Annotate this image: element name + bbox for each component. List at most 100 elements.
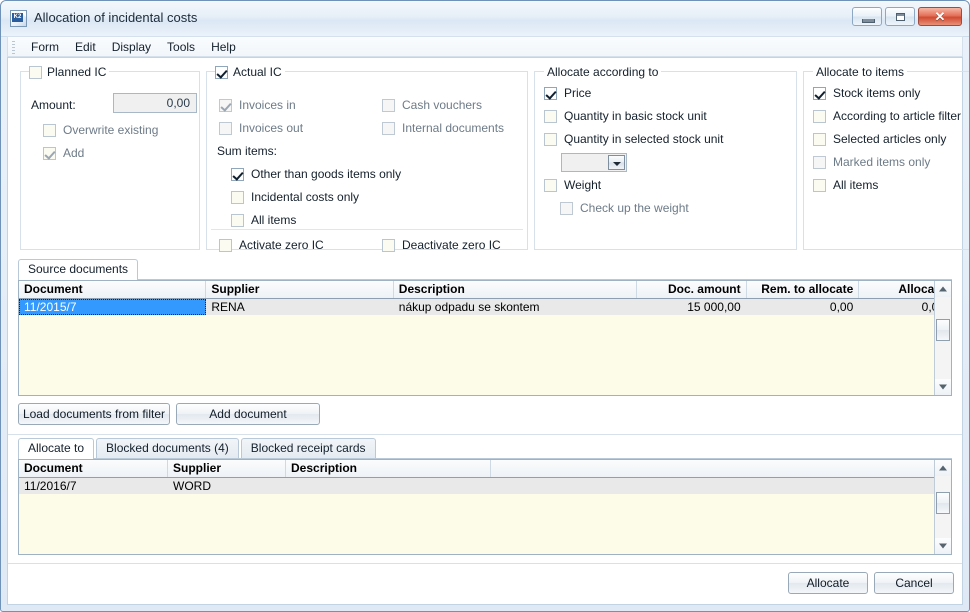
section-separator xyxy=(8,434,962,435)
checkbox-label: Incidental costs only xyxy=(251,190,360,204)
footer-separator xyxy=(8,563,962,564)
checkbox-actual-ic[interactable] xyxy=(215,65,228,79)
cell-doc-amount[interactable]: 15 000,00 xyxy=(637,299,747,315)
application-window: K2 Allocation of incidental costs ✕ Form… xyxy=(0,0,970,612)
source-documents-grid[interactable]: Document Supplier Description Doc. amoun… xyxy=(18,280,952,396)
group-planned-ic-title: Planned IC xyxy=(47,65,107,79)
maximize-button[interactable] xyxy=(885,7,915,26)
scroll-up-icon[interactable] xyxy=(935,460,951,476)
checkbox-check-up-the-weight[interactable]: Check up the weight xyxy=(560,201,689,215)
cell-supplier[interactable]: WORD xyxy=(168,478,286,494)
checkbox-label: Selected articles only xyxy=(833,132,947,146)
chevron-down-icon[interactable] xyxy=(608,155,625,170)
add-document-button[interactable]: Add document xyxy=(176,403,320,425)
cell-supplier[interactable]: RENA xyxy=(206,299,393,315)
table-row[interactable]: 11/2015/7 RENA nákup odpadu se skontem 1… xyxy=(19,299,951,315)
menu-item-help[interactable]: Help xyxy=(203,38,244,56)
column-header-supplier[interactable]: Supplier xyxy=(206,281,394,298)
scroll-down-icon[interactable] xyxy=(935,538,951,554)
checkbox-label: Deactivate zero IC xyxy=(402,238,501,252)
checkbox-incidental-costs-only[interactable]: Incidental costs only xyxy=(231,190,359,204)
scrollbar-thumb[interactable] xyxy=(936,319,950,341)
allocate-grid-scrollbar[interactable] xyxy=(934,460,951,554)
checkbox-box xyxy=(219,121,232,135)
checkbox-label: Add xyxy=(63,146,85,160)
checkbox-internal-documents[interactable]: Internal documents xyxy=(382,121,504,135)
cancel-button[interactable]: Cancel xyxy=(874,572,954,594)
load-documents-from-filter-button[interactable]: Load documents from filter xyxy=(18,403,170,425)
checkbox-label: Overwrite existing xyxy=(63,123,159,137)
cell-description[interactable]: nákup odpadu se skontem xyxy=(394,299,637,315)
column-header-document[interactable]: Document xyxy=(19,460,168,477)
menu-item-display[interactable]: Display xyxy=(104,38,159,56)
checkbox-other-than-goods-items-only[interactable]: Other than goods items only xyxy=(231,167,401,181)
close-icon: ✕ xyxy=(934,9,946,24)
allocate-button[interactable]: Allocate xyxy=(788,572,868,594)
checkbox-stock-items-only[interactable]: Stock items only xyxy=(813,86,920,100)
column-header-doc-amount[interactable]: Doc. amount xyxy=(637,281,747,298)
checkbox-add[interactable]: Add xyxy=(43,146,84,160)
group-allocate-according-to: Allocate according to Price Quantity in … xyxy=(534,65,797,250)
allocate-grid-header: Document Supplier Description xyxy=(19,460,951,478)
stock-unit-combo[interactable] xyxy=(561,153,627,172)
menu-item-edit[interactable]: Edit xyxy=(67,38,104,56)
actual-ic-separator xyxy=(211,229,523,230)
checkbox-invoices-out[interactable]: Invoices out xyxy=(219,121,303,135)
cell-document[interactable]: 11/2015/7 xyxy=(19,299,207,315)
checkbox-label: Quantity in selected stock unit xyxy=(564,132,724,146)
allocate-grid-rows: 11/2016/7 WORD xyxy=(19,478,951,554)
close-button[interactable]: ✕ xyxy=(918,7,962,26)
tab-blocked-receipt-cards[interactable]: Blocked receipt cards xyxy=(240,438,376,459)
checkbox-planned-ic[interactable] xyxy=(29,65,42,79)
group-actual-ic-title: Actual IC xyxy=(233,65,282,79)
options-area: Planned IC Amount: 0,00 Overwrite existi… xyxy=(8,58,969,252)
checkbox-box xyxy=(544,109,557,123)
column-header-filler xyxy=(491,460,951,477)
menu-bar: Form Edit Display Tools Help xyxy=(7,36,963,57)
cell-document[interactable]: 11/2016/7 xyxy=(19,478,168,494)
checkbox-selected-articles-only[interactable]: Selected articles only xyxy=(813,132,946,146)
column-header-rem-to-allocate[interactable]: Rem. to allocate xyxy=(747,281,860,298)
allocate-to-grid[interactable]: Document Supplier Description 11/2016/7 … xyxy=(18,459,952,555)
checkbox-invoices-in[interactable]: Invoices in xyxy=(219,98,296,112)
source-grid-header: Document Supplier Description Doc. amoun… xyxy=(19,281,951,299)
source-grid-scrollbar[interactable] xyxy=(934,281,951,395)
scrollbar-thumb[interactable] xyxy=(936,492,950,514)
minimize-icon xyxy=(862,19,875,23)
checkbox-label: Other than goods items only xyxy=(251,167,402,181)
table-row[interactable]: 11/2016/7 WORD xyxy=(19,478,951,494)
column-header-document[interactable]: Document xyxy=(19,281,207,298)
checkbox-marked-items-only[interactable]: Marked items only xyxy=(813,155,930,169)
checkbox-price[interactable]: Price xyxy=(544,86,591,100)
checkbox-label: According to article filter xyxy=(833,109,962,123)
tab-blocked-documents[interactable]: Blocked documents (4) xyxy=(96,438,239,459)
checkbox-label: Marked items only xyxy=(833,155,931,169)
scroll-up-icon[interactable] xyxy=(935,281,951,297)
column-header-supplier[interactable]: Supplier xyxy=(168,460,286,477)
checkbox-activate-zero-ic[interactable]: Activate zero IC xyxy=(219,238,324,252)
checkbox-deactivate-zero-ic[interactable]: Deactivate zero IC xyxy=(382,238,501,252)
checkbox-weight[interactable]: Weight xyxy=(544,178,601,192)
checkbox-quantity-basic-stock-unit[interactable]: Quantity in basic stock unit xyxy=(544,109,707,123)
sum-items-label: Sum items: xyxy=(217,144,278,158)
checkbox-according-to-article-filter[interactable]: According to article filter xyxy=(813,109,961,123)
cell-description[interactable] xyxy=(286,478,491,494)
tab-allocate-to[interactable]: Allocate to xyxy=(18,438,95,459)
checkbox-cash-vouchers[interactable]: Cash vouchers xyxy=(382,98,482,112)
column-header-description[interactable]: Description xyxy=(286,460,491,477)
checkbox-overwrite-existing[interactable]: Overwrite existing xyxy=(43,123,158,137)
menu-item-tools[interactable]: Tools xyxy=(159,38,203,56)
cell-rem-to-allocate[interactable]: 0,00 xyxy=(747,299,860,315)
minimize-button[interactable] xyxy=(852,7,882,26)
checkbox-box xyxy=(544,132,557,146)
amount-input[interactable]: 0,00 xyxy=(113,93,197,113)
checkbox-allocate-all-items[interactable]: All items xyxy=(813,178,878,192)
checkbox-box xyxy=(231,213,244,227)
column-header-description[interactable]: Description xyxy=(394,281,637,298)
menu-item-form[interactable]: Form xyxy=(23,38,67,56)
scroll-down-icon[interactable] xyxy=(935,379,951,395)
checkbox-quantity-selected-stock-unit[interactable]: Quantity in selected stock unit xyxy=(544,132,723,146)
tab-source-documents[interactable]: Source documents xyxy=(18,259,139,280)
checkbox-sum-all-items[interactable]: All items xyxy=(231,213,296,227)
group-allocate-to-items-title: Allocate to items xyxy=(813,65,908,79)
